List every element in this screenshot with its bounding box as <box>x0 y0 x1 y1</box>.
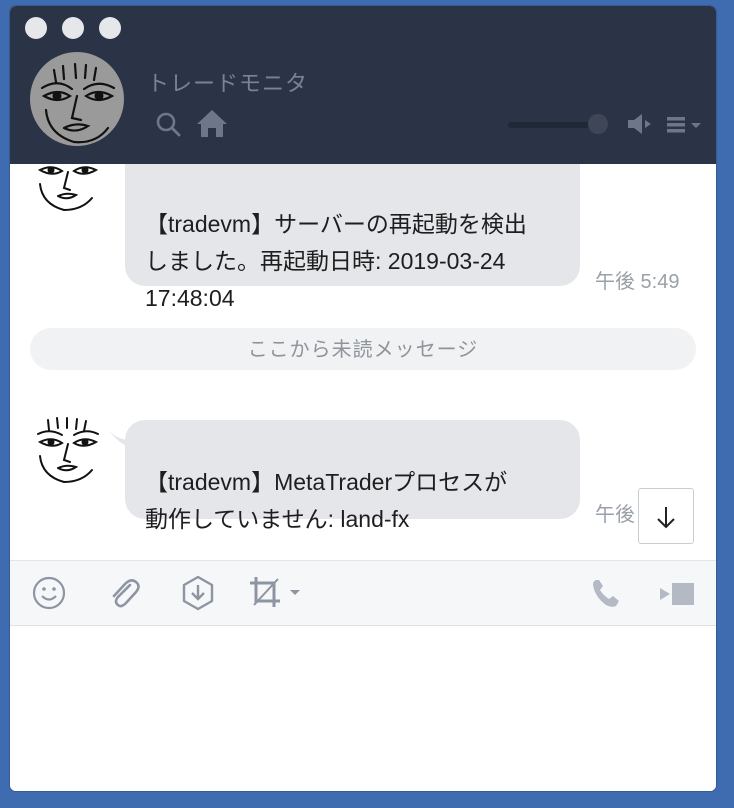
scroll-to-bottom-button[interactable] <box>638 488 694 544</box>
message-time: 午後 5:49 <box>595 271 680 293</box>
screenshot-icon[interactable] <box>248 575 304 611</box>
minimize-window-button[interactable] <box>62 17 84 39</box>
arrow-down-icon <box>657 507 675 529</box>
emoji-icon[interactable] <box>32 576 66 610</box>
menu-icon[interactable] <box>666 116 704 134</box>
chat-window: トレードモニタ 【tradevm】サーバーの再起動を検出 しました。再起動日時:… <box>10 6 716 791</box>
maximize-window-button[interactable] <box>99 17 121 39</box>
sender-avatar[interactable] <box>32 416 102 486</box>
message-bubble[interactable]: 【tradevm】サーバーの再起動を検出 しました。再起動日時: 2019-03… <box>125 164 580 311</box>
chat-avatar[interactable] <box>30 52 124 146</box>
message-text: 【tradevm】サーバーの再起動を検出 しました。再起動日時: 2019-03… <box>145 211 527 311</box>
unread-divider: ここから未読メッセージ <box>30 328 696 370</box>
volume-slider[interactable] <box>508 122 600 128</box>
message-text: 【tradevm】MetaTraderプロセスが 動作していません: land-… <box>145 469 508 532</box>
face-drawing-icon <box>40 62 116 144</box>
message-list[interactable]: 【tradevm】サーバーの再起動を検出 しました。再起動日時: 2019-03… <box>10 164 716 554</box>
message-input[interactable] <box>10 626 716 791</box>
chevron-down-icon <box>691 123 701 128</box>
call-icon[interactable] <box>590 577 622 609</box>
chat-header: トレードモニタ <box>10 6 716 164</box>
search-icon[interactable] <box>155 111 181 137</box>
compose-toolbar <box>10 560 716 626</box>
chevron-down-icon <box>290 590 300 595</box>
close-window-button[interactable] <box>25 17 47 39</box>
volume-slider-handle[interactable] <box>588 114 608 134</box>
message-bubble[interactable]: 【tradevm】MetaTraderプロセスが 動作していません: land-… <box>125 420 580 532</box>
sender-avatar[interactable] <box>32 164 102 214</box>
speaker-icon[interactable] <box>626 112 652 136</box>
video-call-icon[interactable] <box>658 581 698 607</box>
attachment-icon[interactable] <box>106 575 142 611</box>
keep-icon[interactable] <box>181 575 215 611</box>
home-icon[interactable] <box>196 108 228 138</box>
chat-title: トレードモニタ <box>147 72 309 97</box>
